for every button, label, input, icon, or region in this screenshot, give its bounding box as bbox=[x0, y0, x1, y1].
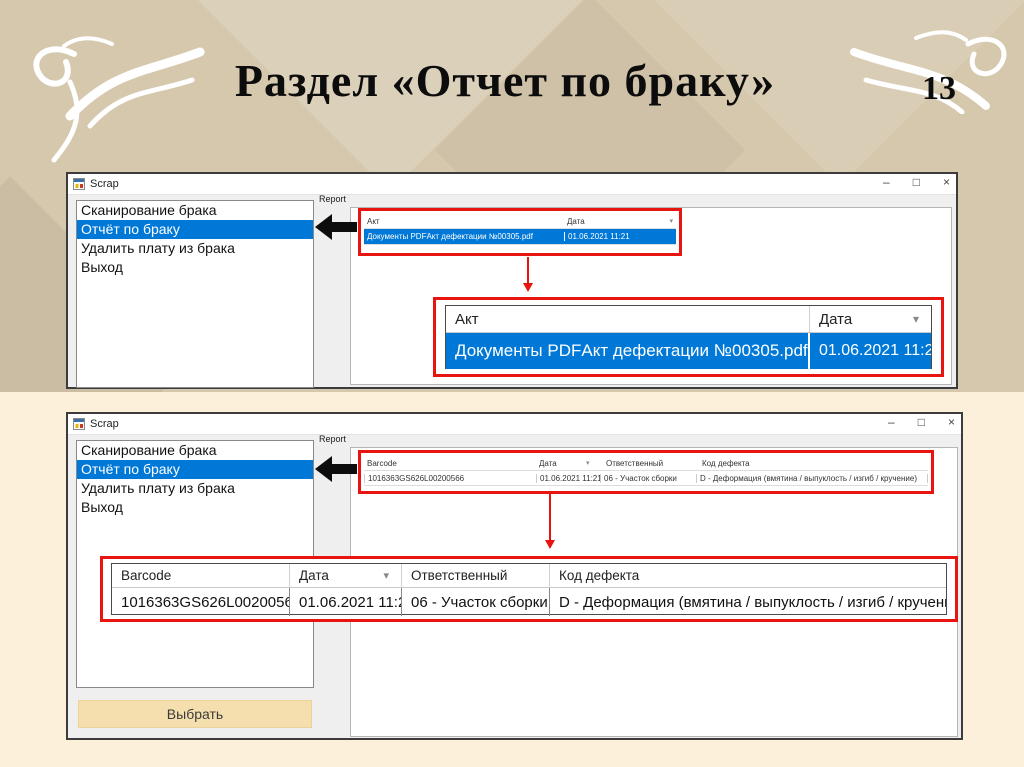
cell-date: 01.06.2021 11:21 bbox=[819, 342, 931, 359]
menu-listbox: Сканирование брака Отчёт по браку Удалит… bbox=[76, 200, 314, 388]
sort-desc-icon: ▾ bbox=[586, 460, 590, 467]
black-left-arrow-icon bbox=[315, 456, 357, 482]
close-button[interactable]: × bbox=[943, 175, 950, 189]
app-icon bbox=[73, 418, 85, 430]
presentation-slide: Раздел «Отчет по браку» 13 Scrap – □ × С… bbox=[0, 0, 1024, 767]
cell-date: 01.06.2021 11:21 bbox=[536, 473, 600, 483]
column-header-defect[interactable]: Код дефекта bbox=[699, 459, 928, 468]
maximize-button[interactable]: □ bbox=[918, 415, 925, 429]
menu-item-delete[interactable]: Удалить плату из брака bbox=[77, 239, 313, 258]
column-header-date[interactable]: Дата bbox=[536, 459, 586, 468]
minimize-button[interactable]: – bbox=[888, 415, 895, 429]
page-title: Раздел «Отчет по браку» bbox=[234, 55, 776, 106]
window-title: Scrap bbox=[90, 418, 119, 430]
report-groupbox-label: Report bbox=[319, 194, 347, 204]
report-groupbox-label: Report bbox=[319, 434, 347, 444]
red-arrow-down bbox=[523, 257, 533, 292]
title-bar[interactable]: Scrap – □ × bbox=[68, 174, 956, 195]
table-row-selected[interactable]: Документы PDFАкт дефектации №00305.pdf 0… bbox=[446, 333, 931, 369]
cell-document: Документы PDFАкт дефектации №00305.pdf bbox=[367, 232, 533, 241]
column-header-responsible[interactable]: Ответственный bbox=[402, 564, 550, 587]
maximize-button[interactable]: □ bbox=[913, 175, 920, 189]
column-header-barcode[interactable]: Barcode bbox=[112, 564, 290, 587]
report-table-small: Barcode Дата ▾ Ответственный Код дефекта… bbox=[364, 456, 928, 488]
window-title: Scrap bbox=[90, 178, 119, 190]
menu-item-exit[interactable]: Выход bbox=[77, 258, 313, 277]
sort-desc-icon: ▾ bbox=[912, 312, 919, 326]
annotation-red-box: Barcode Дата ▾ Ответственный Код дефекта… bbox=[358, 450, 934, 494]
report-table-zoomed: Barcode Дата ▾ Ответственный Код дефекта… bbox=[111, 563, 947, 616]
cell-date: 01.06.2021 11:21 bbox=[290, 588, 402, 616]
table-header-row[interactable]: Barcode Дата ▾ Ответственный Код дефекта bbox=[364, 456, 928, 471]
cell-defect: D - Деформация (вмятина / выпуклость / и… bbox=[696, 473, 928, 483]
column-header-defect[interactable]: Код дефекта bbox=[550, 564, 946, 587]
minimize-button[interactable]: – bbox=[883, 175, 890, 189]
cell-barcode: 1016363GS626L00200566 bbox=[112, 588, 290, 616]
column-header-date[interactable]: Дата ▾ bbox=[290, 564, 402, 587]
table-row-selected[interactable]: Документы PDFАкт дефектации №00305.pdf 0… bbox=[364, 229, 676, 245]
annotation-red-box: Акт Дата ▾ Документы PDFАкт дефектации №… bbox=[358, 208, 682, 256]
select-button[interactable]: Выбрать bbox=[78, 700, 312, 728]
sort-desc-icon: ▾ bbox=[383, 570, 389, 582]
report-table-small: Акт Дата ▾ Документы PDFАкт дефектации №… bbox=[364, 214, 676, 250]
zoom-callout-2: Barcode Дата ▾ Ответственный Код дефекта… bbox=[100, 556, 958, 622]
column-header-responsible[interactable]: Ответственный bbox=[603, 459, 699, 468]
black-left-arrow-icon bbox=[315, 214, 357, 240]
menu-item-scan[interactable]: Сканирование брака bbox=[77, 441, 313, 460]
sort-desc-icon: ▾ bbox=[669, 218, 673, 225]
table-header-row[interactable]: Акт Дата ▾ bbox=[364, 214, 676, 229]
menu-item-scan[interactable]: Сканирование брака bbox=[77, 201, 313, 220]
table-row[interactable]: 1016363GS626L00200566 01.06.2021 11:21 0… bbox=[364, 471, 928, 486]
cell-defect: D - Деформация (вмятина / выпуклость / и… bbox=[559, 593, 946, 611]
column-header-akt[interactable]: Акт bbox=[446, 306, 810, 332]
cell-date: 01.06.2021 11:21 bbox=[564, 232, 674, 241]
zoom-callout-1: Акт Дата ▾ Документы PDFАкт дефектации №… bbox=[433, 297, 944, 377]
column-header-date[interactable]: Дата ▾ bbox=[810, 306, 931, 332]
close-button[interactable]: × bbox=[948, 415, 955, 429]
cell-responsible: 06 - Участок сборки bbox=[600, 473, 696, 483]
column-header-date[interactable]: Дата bbox=[564, 217, 644, 226]
menu-item-delete[interactable]: Удалить плату из брака bbox=[77, 479, 313, 498]
column-header-barcode[interactable]: Barcode bbox=[364, 459, 536, 468]
title-bar[interactable]: Scrap – □ × bbox=[68, 414, 961, 435]
cell-barcode: 1016363GS626L00200566 bbox=[364, 473, 536, 483]
cell-responsible: 06 - Участок сборки bbox=[402, 588, 550, 616]
table-row[interactable]: 1016363GS626L00200566 01.06.2021 11:21 0… bbox=[112, 588, 946, 616]
column-header-akt[interactable]: Акт bbox=[364, 217, 564, 226]
menu-item-report[interactable]: Отчёт по браку bbox=[77, 220, 313, 239]
app-icon bbox=[73, 178, 85, 190]
red-arrow-down bbox=[545, 493, 555, 549]
menu-item-exit[interactable]: Выход bbox=[77, 498, 313, 517]
page-number: 13 bbox=[922, 70, 956, 107]
cell-document: Документы PDFАкт дефектации №00305.pdf bbox=[446, 333, 810, 369]
report-table-zoomed: Акт Дата ▾ Документы PDFАкт дефектации №… bbox=[445, 305, 932, 369]
menu-item-report[interactable]: Отчёт по браку bbox=[77, 460, 313, 479]
